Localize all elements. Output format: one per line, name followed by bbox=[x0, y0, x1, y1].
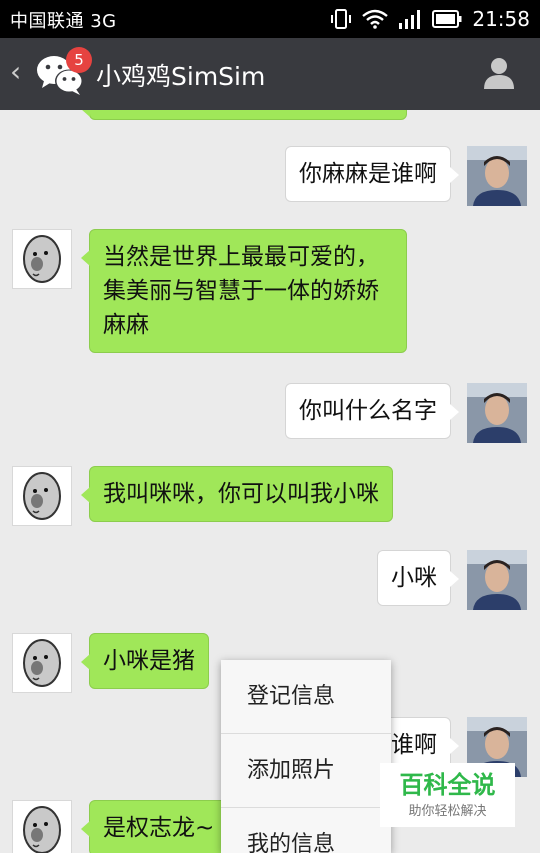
message-text: 你叫什么名字 bbox=[299, 398, 437, 424]
context-menu: 登记信息 添加照片 我的信息 bbox=[221, 660, 391, 853]
person-icon[interactable] bbox=[482, 56, 516, 90]
potato-mascot-icon bbox=[23, 235, 61, 283]
watermark: 百科全说 助你轻松解决 bbox=[380, 763, 515, 827]
message-text: 小咪 bbox=[391, 565, 437, 591]
message-bubble-partial[interactable] bbox=[81, 110, 407, 120]
message-text: 小咪是猪 bbox=[103, 648, 195, 674]
bot-avatar[interactable] bbox=[12, 229, 72, 289]
back-button[interactable]: ‹ bbox=[10, 57, 21, 87]
message-bubble-sent[interactable]: 你叫什么名字 bbox=[285, 383, 459, 439]
bot-avatar[interactable] bbox=[12, 466, 72, 526]
message-bubble-received[interactable]: 我叫咪咪，你可以叫我小咪 bbox=[81, 466, 393, 522]
bot-avatar[interactable] bbox=[12, 800, 72, 853]
clock: 21:58 bbox=[472, 7, 530, 31]
message-text: 你麻麻是谁啊 bbox=[299, 161, 437, 187]
status-bar: 中国联通 3G 21:58 bbox=[0, 0, 540, 38]
my-avatar[interactable] bbox=[467, 383, 527, 443]
chat-header: ‹ 5 小鸡鸡SimSim bbox=[0, 38, 540, 110]
menu-item-add-photo[interactable]: 添加照片 bbox=[221, 734, 391, 808]
my-avatar[interactable] bbox=[467, 146, 527, 206]
message-text: 当然是世界上最最可爱的，集美丽与智慧于一体的娇娇麻麻 bbox=[103, 244, 379, 338]
potato-mascot-icon bbox=[23, 472, 61, 520]
status-icons: 21:58 bbox=[330, 6, 530, 32]
message-bubble-received[interactable]: 当然是世界上最最可爱的，集美丽与智慧于一体的娇娇麻麻 bbox=[81, 229, 407, 353]
battery-icon bbox=[432, 10, 462, 28]
user-photo-icon bbox=[467, 383, 527, 443]
vibrate-icon bbox=[331, 9, 352, 29]
carrier-label: 中国联通 3G bbox=[10, 11, 117, 32]
wifi-icon bbox=[362, 9, 389, 29]
signal-icon bbox=[399, 10, 421, 29]
user-photo-icon bbox=[467, 550, 527, 610]
message-bubble-sent[interactable]: 小咪 bbox=[377, 550, 459, 606]
menu-item-my-info[interactable]: 我的信息 bbox=[221, 808, 391, 853]
chat-title: 小鸡鸡SimSim bbox=[96, 62, 266, 91]
bot-avatar[interactable] bbox=[12, 633, 72, 693]
message-bubble-received[interactable]: 小咪是猪 bbox=[81, 633, 209, 689]
potato-mascot-icon bbox=[23, 639, 61, 687]
menu-item-register-info[interactable]: 登记信息 bbox=[221, 660, 391, 734]
unread-badge: 5 bbox=[66, 47, 92, 73]
watermark-subtitle: 助你轻松解决 bbox=[408, 804, 487, 819]
message-text: 谁啊 bbox=[391, 732, 437, 758]
message-text: 是权志龙~ bbox=[103, 815, 215, 841]
my-avatar[interactable] bbox=[467, 550, 527, 610]
watermark-title: 百科全说 bbox=[399, 771, 496, 799]
user-photo-icon bbox=[467, 146, 527, 206]
message-bubble-received[interactable]: 是权志龙~ bbox=[80, 800, 229, 853]
potato-mascot-icon bbox=[23, 806, 61, 853]
message-bubble-sent[interactable]: 你麻麻是谁啊 bbox=[285, 146, 459, 202]
message-text: 我叫咪咪，你可以叫我小咪 bbox=[103, 481, 379, 507]
